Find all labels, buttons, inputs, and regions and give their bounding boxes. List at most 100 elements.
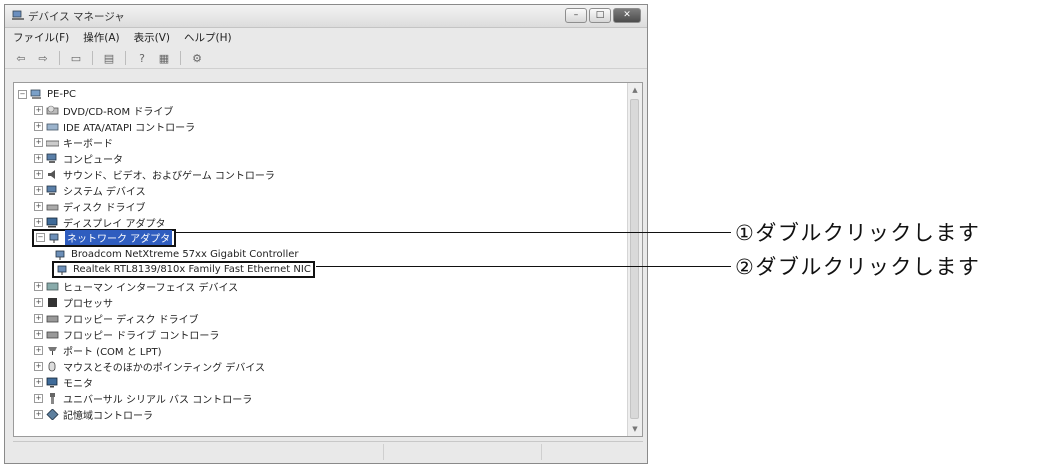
tree-item-broadcom[interactable]: Broadcom NetXtreme 57xx Gigabit Controll…	[54, 246, 298, 262]
tree-item-system[interactable]: + システム デバイス	[34, 182, 146, 198]
maximize-button[interactable]: □	[589, 8, 611, 23]
tree-item-label: ポート (COM と LPT)	[63, 346, 162, 358]
menu-bar: ファイル(F) 操作(A) 表示(V) ヘルプ(H)	[5, 28, 647, 46]
expand-icon[interactable]: +	[34, 313, 43, 323]
system-device-icon	[46, 185, 57, 195]
hid-icon	[46, 282, 59, 290]
expand-icon[interactable]: +	[34, 329, 43, 339]
status-divider	[541, 444, 542, 460]
tree-item-label: Realtek RTL8139/810x Family Fast Etherne…	[73, 264, 311, 275]
expand-icon[interactable]: +	[34, 105, 43, 115]
tree-item-usb[interactable]: + ユニバーサル シリアル バス コントローラ	[34, 390, 252, 406]
expand-icon[interactable]: +	[34, 297, 43, 307]
device-view-icon[interactable]: ▦	[156, 51, 172, 65]
tree-item-label: キーボード	[63, 138, 113, 150]
tree-item-monitor[interactable]: + モニタ	[34, 374, 93, 390]
speaker-icon	[48, 169, 55, 179]
vertical-scrollbar[interactable]: ▲ ▼	[627, 83, 642, 436]
properties-icon[interactable]: ▤	[101, 51, 117, 65]
expand-icon[interactable]: +	[34, 169, 43, 179]
close-button[interactable]: ✕	[613, 8, 641, 23]
menu-action[interactable]: 操作(A)	[83, 30, 119, 45]
tree-item-disk[interactable]: + ディスク ドライブ	[34, 198, 145, 214]
expand-icon[interactable]: +	[34, 361, 43, 371]
scroll-down-icon[interactable]: ▼	[628, 422, 642, 436]
tree-item-label: サウンド、ビデオ、およびゲーム コントローラ	[63, 170, 275, 182]
keyboard-icon	[46, 140, 59, 146]
tree-item-label: ヒューマン インターフェイス デバイス	[63, 282, 239, 294]
device-manager-window: デバイス マネージャ – □ ✕ ファイル(F) 操作(A) 表示(V) ヘルプ…	[4, 4, 648, 464]
view-icon[interactable]: ▭	[68, 51, 84, 65]
tree-item-mouse[interactable]: + マウスとそのほかのポインティング デバイス	[34, 358, 265, 374]
monitor-icon	[46, 377, 58, 387]
tree-item-label: フロッピー ディスク ドライブ	[63, 314, 199, 326]
menu-view[interactable]: 表示(V)	[134, 30, 170, 45]
back-icon[interactable]: ⇦	[13, 51, 29, 65]
expand-icon[interactable]: +	[34, 393, 43, 403]
tree-root-label: PE-PC	[47, 88, 76, 100]
tree-item-network[interactable]: − ネットワーク アダプタ	[32, 228, 177, 247]
tree-item-label: 記憶域コントローラ	[63, 410, 153, 422]
callout-line-1	[176, 232, 731, 233]
tree-item-label: ユニバーサル シリアル バス コントローラ	[63, 394, 253, 406]
minimize-button[interactable]: –	[565, 8, 587, 23]
title-bar[interactable]: デバイス マネージャ – □ ✕	[5, 5, 647, 28]
expand-icon[interactable]: +	[34, 121, 43, 131]
network-adapter-icon	[55, 250, 65, 260]
tree-item-ports[interactable]: + ポート (COM と LPT)	[34, 342, 162, 358]
expand-icon[interactable]: +	[34, 409, 43, 419]
disk-drive-icon	[46, 204, 59, 210]
toolbar: ⇦ ⇨ ▭ ▤ ? ▦ ⚙	[5, 48, 647, 69]
tree-item-label: ディスプレイ アダプタ	[63, 218, 166, 230]
scan-hardware-icon[interactable]: ⚙	[189, 51, 205, 65]
tree-item-label: ディスク ドライブ	[63, 202, 146, 214]
annotation-2: ②ダブルクリックします	[735, 255, 981, 279]
tree-item-keyboard[interactable]: + キーボード	[34, 134, 113, 150]
tree-item-storage[interactable]: + 記憶域コントローラ	[34, 406, 153, 422]
scroll-thumb[interactable]	[630, 99, 639, 419]
scroll-up-icon[interactable]: ▲	[628, 83, 642, 97]
tree-item-label: プロセッサ	[63, 298, 113, 310]
help-icon[interactable]: ?	[134, 51, 150, 65]
usb-icon	[50, 392, 55, 404]
storage-controller-icon	[46, 408, 59, 420]
expand-icon[interactable]: +	[34, 185, 43, 195]
mouse-icon	[48, 361, 56, 371]
window-title: デバイス マネージャ	[28, 11, 125, 23]
collapse-icon[interactable]: −	[36, 233, 45, 242]
expand-icon[interactable]: +	[34, 153, 43, 163]
device-manager-icon	[12, 10, 24, 20]
toolbar-separator	[59, 51, 60, 65]
forward-icon[interactable]: ⇨	[35, 51, 51, 65]
tree-item-floppy-disk[interactable]: + フロッピー ディスク ドライブ	[34, 310, 199, 326]
callout-line-2	[316, 266, 731, 267]
tree-item-processor[interactable]: + プロセッサ	[34, 294, 113, 310]
dvd-drive-icon	[46, 105, 59, 114]
floppy-drive-icon	[46, 315, 59, 322]
network-adapter-icon	[57, 265, 67, 275]
expand-icon[interactable]: +	[34, 377, 43, 387]
menu-help[interactable]: ヘルプ(H)	[184, 30, 232, 45]
tree-item-computer[interactable]: + コンピュータ	[34, 150, 123, 166]
processor-icon	[48, 297, 57, 307]
tree-item-realtek[interactable]: Realtek RTL8139/810x Family Fast Etherne…	[52, 261, 315, 278]
collapse-icon[interactable]: −	[18, 89, 27, 99]
expand-icon[interactable]: +	[34, 137, 43, 147]
ide-controller-icon	[46, 123, 59, 130]
device-tree: − PE-PC + DVD/CD-ROM ドライブ + IDE ATA/ATAP…	[13, 82, 643, 437]
tree-item-dvd[interactable]: + DVD/CD-ROM ドライブ	[34, 102, 173, 118]
tree-item-sound[interactable]: + サウンド、ビデオ、およびゲーム コントローラ	[34, 166, 275, 182]
expand-icon[interactable]: +	[34, 281, 43, 291]
tree-item-hid[interactable]: + ヒューマン インターフェイス デバイス	[34, 278, 238, 294]
network-adapter-icon	[49, 233, 59, 243]
tree-item-label: マウスとそのほかのポインティング デバイス	[63, 362, 265, 374]
tree-item-label: システム デバイス	[63, 186, 146, 198]
tree-item-floppy-controller[interactable]: + フロッピー ドライブ コントローラ	[34, 326, 219, 342]
tree-root[interactable]: − PE-PC	[18, 86, 76, 102]
annotation-1: ①ダブルクリックします	[735, 221, 981, 245]
tree-item-ide[interactable]: + IDE ATA/ATAPI コントローラ	[34, 118, 195, 134]
expand-icon[interactable]: +	[34, 217, 43, 227]
expand-icon[interactable]: +	[34, 345, 43, 355]
menu-file[interactable]: ファイル(F)	[13, 30, 69, 45]
expand-icon[interactable]: +	[34, 201, 43, 211]
